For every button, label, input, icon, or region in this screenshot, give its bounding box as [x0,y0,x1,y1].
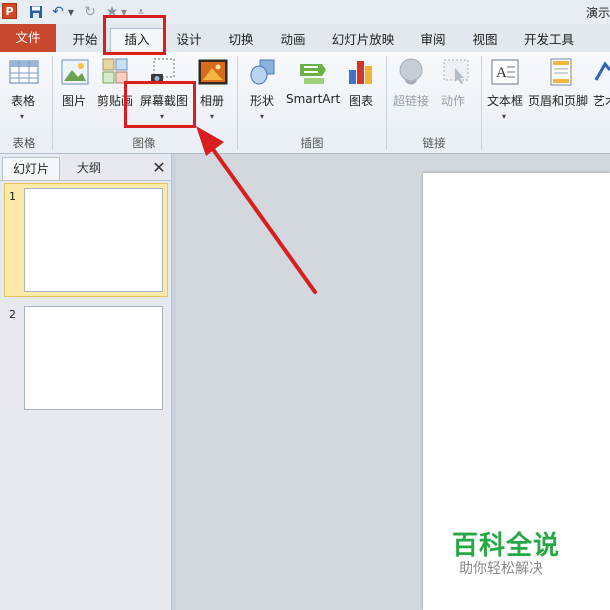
watermark-subtitle: 助你轻松解决 [459,561,543,577]
annotation-arrow-icon [196,126,317,294]
watermark-title: 百科全说 [452,531,561,561]
